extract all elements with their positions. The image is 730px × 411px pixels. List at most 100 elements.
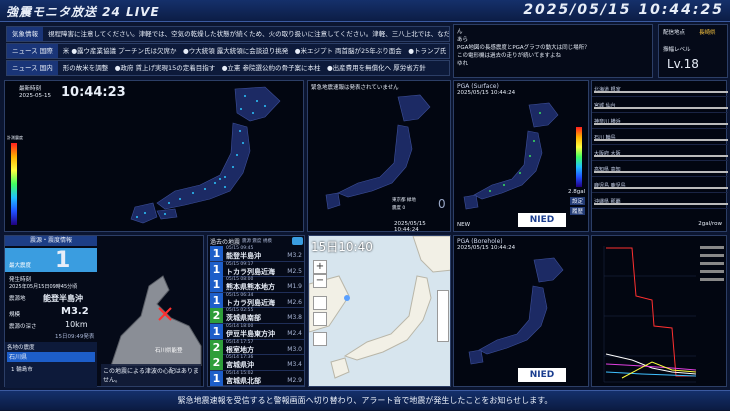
level-value: Lv.18 [667,57,699,71]
city-row: 1 輪島市 [11,367,33,373]
radar-land [309,236,450,379]
chat-line: ゆれ [457,61,469,67]
eew-legend-1: 東京都 緑地 [392,198,416,203]
rain-icon[interactable] [313,332,327,346]
tsunami-message: この地震による津波の心配はありません。 [101,364,201,386]
pga-graph [591,235,727,387]
ticker-label: 気象情報 [7,27,43,41]
history-magnitude: M3.0 [287,345,302,353]
pref-row: 石川県 [7,352,95,362]
pga-borehole-map[interactable]: PGA (Borehole) 2025/05/15 10:44:24 NIED [453,235,589,387]
time-value: 2025年05月15日09時45分頃 [9,284,78,290]
history-item[interactable]: 1 05/15 08:00 熊本県熊本地方 M1.9 [210,277,304,293]
history-magnitude: M1.9 [287,283,302,291]
pga-graph-lines [603,246,724,383]
header-datetime: 2025/05/15 10:44:25 [523,2,724,18]
history-list: 1 05/15 09:45 能登半島沖 M3.2 1 05/15 09:17 トカラ列島近海… [208,246,306,388]
info-panel: 配信地点 長崎県 振幅レベル Lv.18 [658,24,728,78]
history-magnitude: M3.8 [287,314,302,322]
radar-map[interactable]: 15日10:40 + − [308,235,451,387]
history-epicenter: トカラ列島近海 [226,298,275,307]
epicenter-map [110,275,202,366]
quake-info-title: 震源・震度情報 [5,236,97,246]
eew-value: 0 [438,197,446,211]
eew-legend-2: 震度 0 [392,206,406,211]
monitor-date: 2025-05-15 [19,93,51,99]
epicenter-label: 震源地 [9,296,26,302]
history-magnitude: M2.5 [287,267,302,275]
chat-line: ん [457,29,463,35]
eew-japan-map [325,94,431,210]
nied-logo: NIED [518,213,566,227]
history-item[interactable]: 2 05/14 17:36 宮城県沖 M3.4 [210,355,304,371]
history-epicenter: 宮城県北部 [226,376,261,385]
ticker-text: 形の故米を調整 ●政府 賃上げ実現15の定着目指す ●立憲 参院選公約の骨子案に… [62,64,426,72]
magnitude-value: M3.2 [61,306,89,317]
history-item[interactable]: 1 05/15 06:34 トカラ列島近海 M2.6 [210,292,304,309]
settings-button[interactable]: 設定 [570,197,586,205]
zoom-in-button[interactable]: + [313,260,327,274]
locate-icon[interactable] [313,296,327,310]
layers-icon[interactable] [313,312,327,326]
header-bar: 強震モニタ放送 24 LIVE 2025/05/15 10:44:25 [0,0,730,22]
time-label: 発生時刻 [9,277,32,283]
ticker-label: ニュース 国際 [7,44,58,58]
eew-time: 2025/05/15 10:44:24 [394,221,426,233]
refresh-button[interactable] [292,237,303,245]
intensity-badge: 1 [210,261,223,277]
pga-scale [576,127,582,187]
pga-unit: 2.8gal [568,189,586,195]
pga-borehole-time: 2025/05/15 10:44:24 [457,245,516,251]
level-label: 振幅レベル [663,47,691,53]
monitor-title: 最新時刻 [19,86,42,92]
eew-map[interactable]: 緊急地震速報は発表されていません 東京都 緑地 震度 0 0 2025/05/1… [307,80,451,233]
intensity-badge: 1 [210,324,223,339]
realtime-monitor-map[interactable]: 最新時刻 2025-05-15 10:44:23 計測震度 [4,80,304,232]
chat-panel: ん あら PGA地図の長感震度とPGAグラフの動大は同じ場所？ この電形機は過去… [453,24,653,78]
japan-map [130,86,281,224]
intensity-badge: 1 [210,292,223,308]
waveform-unit: 2gal/row [698,221,722,227]
history-item[interactable]: 1 05/14 15:02 宮城県北部 M2.9 [210,370,304,387]
history-panel: 過去の地震 震源 震度 規模 1 05/15 09:45 能登半島沖 M3.2 1 05/… [207,235,305,387]
pref-title: 各地の震度 [7,345,35,351]
waveform-row: 宮城 仙台 [592,101,728,113]
intensity-badge: 1 [210,246,223,261]
location-label: 配信地点 [663,30,686,36]
ticker-label: ニュース 国内 [7,61,58,75]
history-subtitle: 震源 震度 規模 [242,239,272,244]
history-item[interactable]: 1 05/15 09:17 トカラ列島近海 M2.5 [210,261,304,278]
quake-info-panel: 震源・震度情報 最大震度 1 発生時刻 2025年05月15日09時45分頃 震… [4,235,204,388]
history-item[interactable]: 1 05/14 18:00 伊豆半島東方沖 M2.4 [210,324,304,340]
history-item[interactable]: 1 05/15 09:45 能登半島沖 M3.2 [210,246,304,262]
waveform-panel: 北海道 根室 宮城 仙台 神奈川 横浜 石川 輪島 大阪府 大阪 高知県 高知 … [591,80,728,232]
history-magnitude: M3.2 [287,252,302,259]
history-magnitude: M2.4 [287,330,302,337]
pga-surface-time: 2025/05/15 10:44:24 [457,90,516,96]
radar-time: 15日10:40 [311,240,373,254]
history-item[interactable]: 2 05/15 02:55 茨城県南部 M3.8 [210,308,304,324]
history-item[interactable]: 2 05/14 17:57 根室地方 M3.0 [210,339,304,356]
epicenter-value: 能登半島沖 [43,294,83,303]
history-title: 過去の地震 [210,239,241,246]
max-intensity-value: 1 [55,248,71,273]
depth-label: 震源の深さ [9,324,37,330]
max-intensity-box: 最大震度 1 [5,248,97,273]
history-button[interactable]: 履歴 [570,207,586,215]
ticker-text: 米 ●露ウ産業協議 プーチン氏は欠席か ●ウ大統領 露大統領に会談迫り挑発 ●米… [62,47,447,55]
waveform-row: 北海道 根室 [592,85,728,97]
pga-surface-japan [463,102,559,210]
nied-logo: NIED [518,368,566,382]
history-epicenter: 能登半島沖 [226,252,261,260]
waveform-row: 石川 輪島 [592,133,728,145]
zoom-out-button[interactable]: − [313,274,327,288]
magnitude-label: 規模 [9,312,21,318]
pga-surface-title: PGA (Surface) [457,83,499,90]
pga-surface-map[interactable]: PGA (Surface) 2025/05/15 10:44:24 2.8gal… [453,80,589,232]
history-epicenter: 宮城県沖 [226,361,254,370]
intensity-badge: 1 [210,370,223,386]
chat-line: PGA地図の長感震度とPGAグラフの動大は同じ場所？ [457,45,590,51]
chat-line: あら [457,37,469,43]
intensity-scale [11,143,17,225]
weather-ticker: 気象情報 視程障害に注意してください。津軽では、空気の乾燥した状態が続くため、火の… [6,26,450,42]
